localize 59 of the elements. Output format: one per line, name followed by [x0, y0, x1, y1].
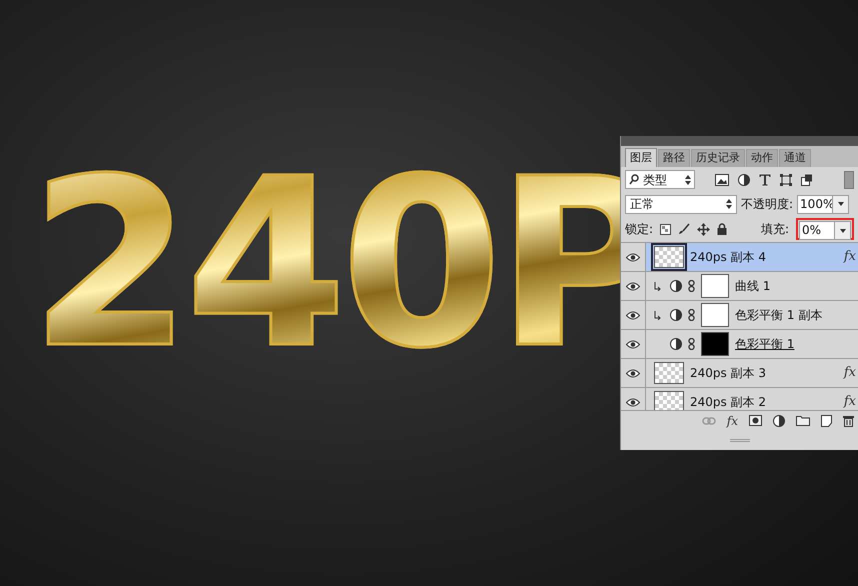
resize-grip[interactable]	[730, 438, 750, 442]
layer-name: 色彩平衡 1 副本	[735, 307, 824, 324]
smart-object-icon[interactable]	[801, 174, 813, 186]
panel-tab[interactable]: 历史记录	[691, 149, 745, 167]
layer-name: 色彩平衡 1	[735, 336, 796, 353]
chain-icon[interactable]	[688, 338, 695, 350]
eye-icon[interactable]	[626, 282, 640, 290]
layer-thumbnail	[654, 362, 684, 384]
effects-badge[interactable]: fx	[844, 247, 858, 267]
fill-label: 填充:	[760, 221, 789, 238]
mask-icon[interactable]	[749, 415, 762, 426]
layer-name: 240ps 副本 4	[690, 249, 768, 266]
layer-name: 曲线 1	[735, 278, 772, 295]
effects-badge[interactable]: fx	[844, 392, 858, 410]
image-icon[interactable]	[715, 174, 729, 186]
half-circle-icon	[670, 338, 682, 350]
panel-tab[interactable]: 图层	[625, 148, 657, 167]
layer-row[interactable]: 240ps 副本 3 fx	[621, 359, 858, 388]
trash-icon[interactable]	[843, 414, 854, 426]
spinner-icon	[726, 199, 732, 209]
layer-row[interactable]: 色彩平衡 1 副本	[621, 301, 858, 330]
eye-icon[interactable]	[626, 368, 640, 378]
layer-name: 240ps 副本 2	[690, 394, 768, 410]
spinner-icon	[685, 174, 691, 184]
filter-toggle[interactable]	[844, 170, 854, 188]
chain-icon[interactable]	[688, 280, 695, 292]
panel-tab[interactable]: 路径	[658, 149, 690, 167]
opacity-label: 不透明度:	[741, 196, 794, 213]
lock-icon[interactable]	[717, 223, 728, 235]
panel-tab[interactable]: 动作	[746, 149, 778, 167]
eye-icon[interactable]	[626, 398, 640, 406]
effects-button[interactable]: fx	[726, 414, 738, 426]
half-circle-icon[interactable]	[738, 174, 750, 186]
checker-icon[interactable]	[660, 224, 672, 234]
effects-badge[interactable]: fx	[844, 363, 858, 383]
folder-icon[interactable]	[796, 415, 810, 426]
brush-icon[interactable]	[678, 223, 690, 235]
type-icon[interactable]	[759, 174, 771, 186]
layer-row[interactable]: 曲线 1	[621, 272, 858, 301]
layer-name: 240ps 副本 3	[690, 365, 768, 382]
search-icon	[629, 174, 639, 185]
lock-label: 锁定:	[625, 221, 654, 238]
eye-icon[interactable]	[626, 252, 640, 262]
layer-row[interactable]: 色彩平衡 1	[621, 330, 858, 359]
move-icon[interactable]	[697, 222, 710, 236]
filter-dropdown[interactable]: 类型	[625, 170, 695, 189]
layer-thumbnail	[654, 391, 684, 410]
blend-mode-dropdown[interactable]: 正常	[625, 194, 737, 214]
layer-row[interactable]: 240ps 副本 4 fx	[621, 243, 858, 272]
chain-icon[interactable]	[688, 309, 695, 321]
panel-tab[interactable]: 通道	[779, 149, 811, 167]
half-circle-icon[interactable]	[773, 414, 785, 426]
eye-icon[interactable]	[626, 340, 640, 348]
transform-icon[interactable]	[780, 174, 792, 186]
half-circle-icon	[670, 280, 682, 292]
layer-thumbnail	[654, 246, 684, 268]
half-circle-icon	[670, 309, 682, 321]
new-page-icon[interactable]	[821, 414, 832, 426]
eye-icon[interactable]	[626, 310, 640, 320]
